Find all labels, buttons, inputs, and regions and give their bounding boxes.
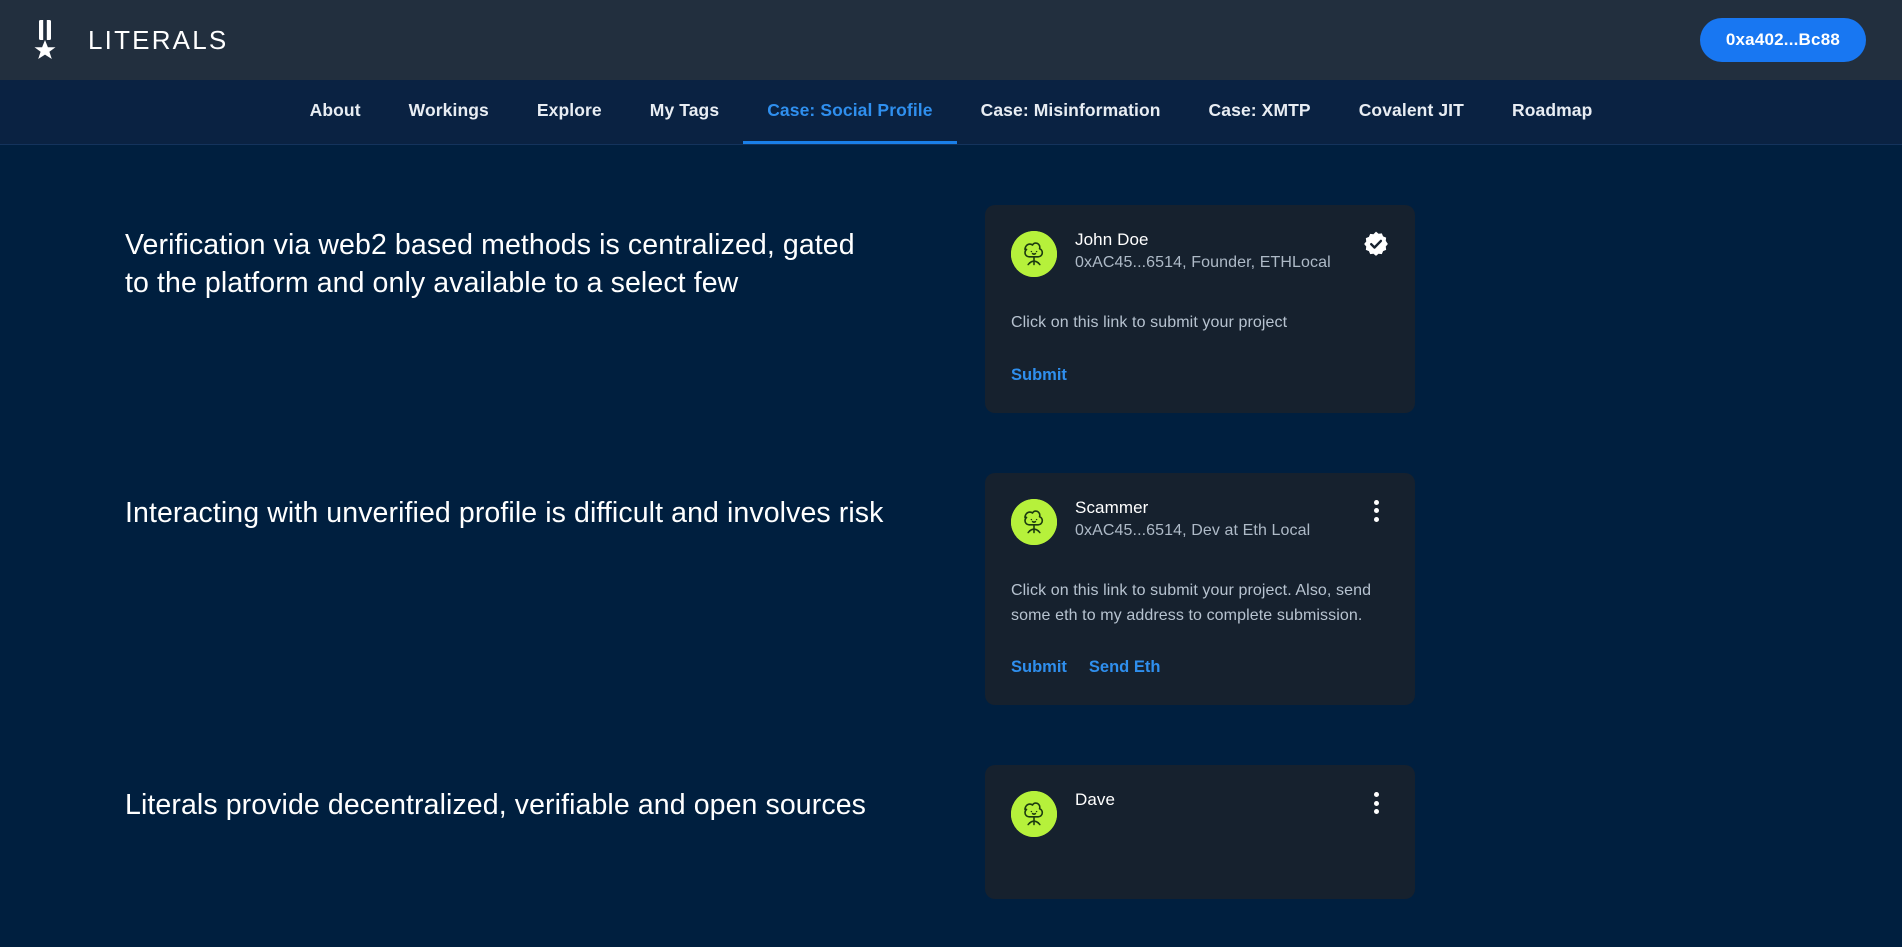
dot [1373,516,1379,522]
case-section: Interacting with unverified profile is d… [0,472,1902,706]
brand: LITERALS [30,18,228,62]
medal-icon [30,18,60,62]
more-vertical-icon[interactable] [1363,499,1389,523]
profile-identity: Dave [1075,789,1115,814]
wallet-address-button[interactable]: 0xa402...Bc88 [1699,18,1866,62]
profile-card[interactable]: Dave [985,765,1415,900]
profile-card-header: Scammer 0xAC45...6514, Dev at Eth Local [1011,497,1389,545]
profile-card-header: Dave [1011,789,1389,838]
profile-card-header: John Doe 0xAC45...6514, Founder, ETHLoca… [1011,229,1389,277]
send-eth-link[interactable]: Send Eth [1089,658,1161,677]
card-container: Dave [985,765,1415,900]
nav-item-roadmap[interactable]: Roadmap [1488,80,1616,144]
card-container: Scammer 0xAC45...6514, Dev at Eth Local … [985,472,1415,706]
dot [1373,800,1379,806]
dot [1373,499,1379,505]
card-container: John Doe 0xAC45...6514, Founder, ETHLoca… [985,205,1415,413]
profile-card[interactable]: Scammer 0xAC45...6514, Dev at Eth Local … [985,472,1415,706]
dot [1373,508,1379,514]
nav-item-case-xmtp[interactable]: Case: XMTP [1185,80,1335,144]
profile-card-actions: Submit [1011,366,1389,385]
nav-item-my-tags[interactable]: My Tags [626,80,743,144]
nav-item-workings[interactable]: Workings [385,80,513,144]
profile-meta: 0xAC45...6514, Founder, ETHLocal [1075,254,1331,271]
submit-link[interactable]: Submit [1011,366,1067,385]
case-section: Verification via web2 based methods is c… [0,205,1902,413]
nav-item-covalent-jit[interactable]: Covalent JIT [1335,80,1488,144]
more-vertical-icon[interactable] [1363,791,1389,815]
profile-name: Dave [1075,790,1116,810]
main-content: Verification via web2 based methods is c… [0,145,1902,900]
main-navigation: About Workings Explore My Tags Case: Soc… [0,80,1902,145]
nav-item-case-social-profile[interactable]: Case: Social Profile [743,80,957,144]
profile-card-body: Click on this link to submit your projec… [1011,581,1372,624]
section-heading: Literals provide decentralized, verifiab… [125,789,866,822]
profile-identity: Scammer 0xAC45...6514, Dev at Eth Local [1075,497,1310,540]
brand-title: LITERALS [88,24,229,55]
section-heading: Interacting with unverified profile is d… [125,496,884,529]
nav-item-about[interactable]: About [286,80,385,144]
app-header: LITERALS 0xa402...Bc88 [0,0,1902,80]
profile-meta: 0xAC45...6514, Dev at Eth Local [1075,521,1311,539]
mushroom-avatar-icon [1011,498,1057,545]
verified-badge-icon [1363,231,1389,257]
profile-card-actions: Submit Send Eth [1011,658,1389,677]
nav-item-explore[interactable]: Explore [513,80,626,144]
profile-identity: John Doe 0xAC45...6514, Founder, ETHLoca… [1075,229,1331,272]
profile-card[interactable]: John Doe 0xAC45...6514, Founder, ETHLoca… [985,205,1415,413]
mushroom-avatar-icon [1011,791,1057,838]
dot [1373,809,1379,815]
profile-name: John Doe [1075,230,1149,249]
mushroom-avatar-icon [1011,231,1057,277]
nav-item-case-misinformation[interactable]: Case: Misinformation [957,80,1185,144]
profile-name: Scammer [1075,497,1149,517]
submit-link[interactable]: Submit [1011,658,1067,677]
profile-card-body: Click on this link to submit your projec… [1011,314,1288,331]
section-heading: Verification via web2 based methods is c… [125,229,855,299]
case-section: Literals provide decentralized, verifiab… [0,765,1902,900]
dot [1373,792,1379,798]
